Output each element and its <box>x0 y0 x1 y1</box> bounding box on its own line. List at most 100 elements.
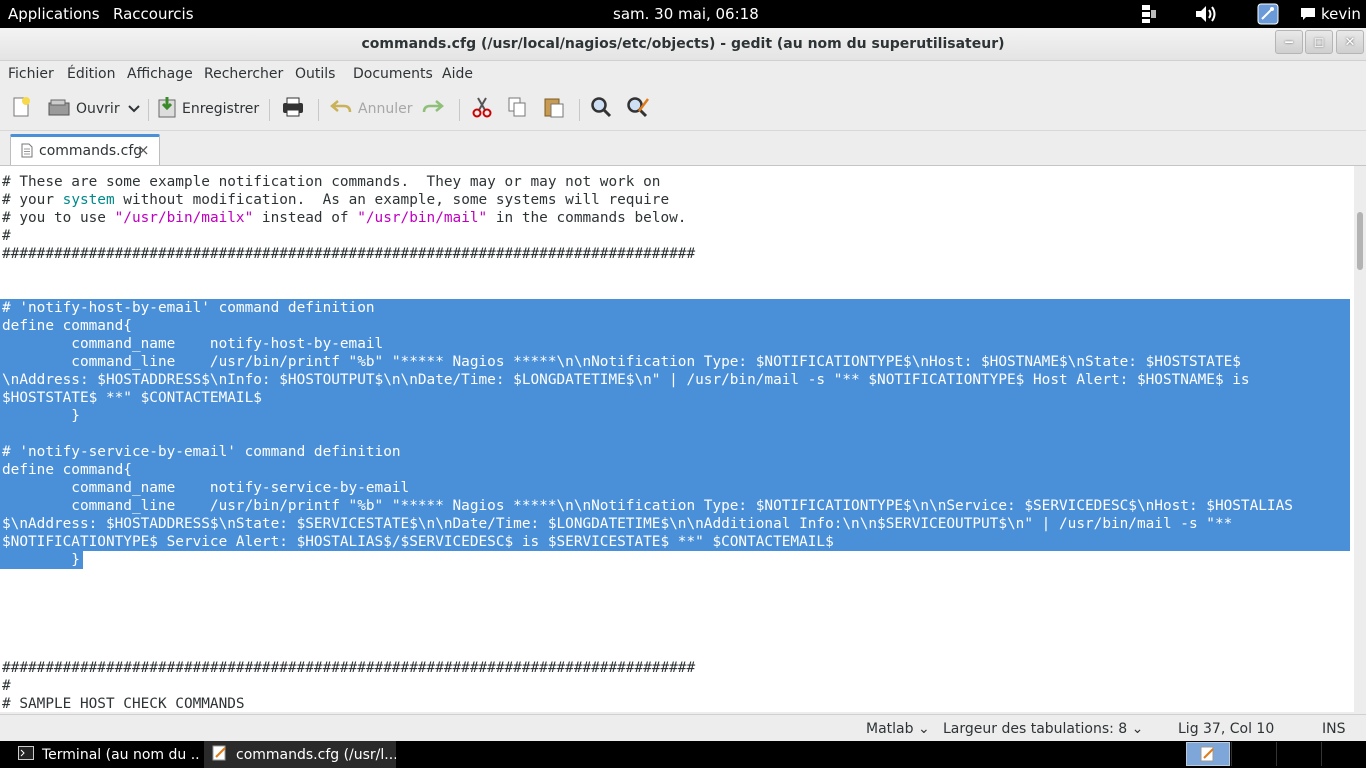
clock[interactable]: sam. 30 mai, 06:18 <box>613 5 759 23</box>
tab-close-icon[interactable]: × <box>137 141 150 159</box>
close-icon: ✕ <box>1344 34 1356 50</box>
workspace-3[interactable] <box>1276 742 1320 766</box>
code-line: command_name notify-host-by-email <box>2 336 384 352</box>
search-replace-button[interactable] <box>626 97 650 121</box>
recent-documents-dropdown[interactable] <box>128 97 140 121</box>
save-button[interactable]: Enregistrer <box>158 97 259 121</box>
code-line: command_line /usr/bin/printf "%b" "*****… <box>2 354 1241 370</box>
text-file-icon <box>21 143 33 162</box>
terminal-icon <box>18 745 34 764</box>
menu-fichier[interactable]: Fichier <box>8 66 54 82</box>
window-titlebar[interactable]: commands.cfg (/usr/local/nagios/etc/obje… <box>0 28 1366 61</box>
vertical-scrollbar[interactable] <box>1354 166 1366 712</box>
undo-button[interactable]: Annuler <box>330 97 412 121</box>
chat-icon[interactable] <box>1300 3 1316 25</box>
undo-label: Annuler <box>358 101 413 117</box>
language-selector[interactable]: Matlab ⌄ <box>866 721 930 737</box>
search-icon <box>590 96 612 122</box>
text-editor[interactable]: # These are some example notification co… <box>0 166 1354 712</box>
open-button[interactable]: Ouvrir <box>48 97 120 121</box>
print-button[interactable] <box>281 97 305 121</box>
code-line: ########################################… <box>2 660 696 676</box>
code-line: $HOSTSTATE$ **" $CONTACTEMAIL$ <box>2 390 262 406</box>
insert-mode: INS <box>1322 721 1346 737</box>
menubar: Fichier Édition Affichage Rechercher Out… <box>0 61 1366 87</box>
top-panel: Applications Raccourcis sam. 30 mai, 06:… <box>0 0 1366 28</box>
scissors-icon <box>472 96 492 122</box>
paste-button[interactable] <box>543 97 565 121</box>
workspace-2[interactable] <box>1231 742 1275 766</box>
copy-icon <box>507 96 527 122</box>
chevron-down-icon: ⌄ <box>1131 721 1144 737</box>
toolbar-separator <box>579 99 580 121</box>
code-line: } <box>2 408 80 424</box>
code-line: \nAddress: $HOSTADDRESS$\nInfo: $HOSTOUT… <box>2 372 1250 388</box>
redo-icon <box>422 98 444 120</box>
cut-button[interactable] <box>472 97 492 121</box>
chevron-down-icon <box>128 101 140 117</box>
taskbar: Terminal (au nom du ... commands.cfg (/u… <box>0 741 1366 768</box>
window-title: commands.cfg (/usr/local/nagios/etc/obje… <box>361 36 1005 52</box>
network-icon[interactable] <box>1140 3 1158 25</box>
task-label: commands.cfg (/usr/l... <box>236 746 396 763</box>
open-icon <box>48 97 70 121</box>
save-icon <box>158 96 176 122</box>
menu-outils[interactable]: Outils <box>295 66 335 82</box>
menu-rechercher[interactable]: Rechercher <box>204 66 283 82</box>
shortcuts-menu[interactable]: Raccourcis <box>113 5 194 23</box>
toolbar-separator <box>269 99 270 121</box>
code-line: # your system without modification. As a… <box>2 191 669 209</box>
close-button[interactable]: ✕ <box>1336 30 1364 54</box>
code-line: # 'notify-host-by-email' command definit… <box>2 300 375 316</box>
copy-button[interactable] <box>507 97 527 121</box>
tab-width-selector[interactable]: Largeur des tabulations: 8 ⌄ <box>943 721 1143 737</box>
menu-edition[interactable]: Édition <box>67 66 115 82</box>
applications-menu[interactable]: Applications <box>8 5 100 23</box>
new-document-button[interactable] <box>10 97 32 121</box>
code-line: # 'notify-service-by-email' command defi… <box>2 444 401 460</box>
maximize-button[interactable]: ◻ <box>1305 30 1333 54</box>
menu-aide[interactable]: Aide <box>442 66 473 82</box>
code-text: instead of <box>253 210 358 226</box>
code-text: # you to use <box>2 210 115 226</box>
clipboard-icon <box>543 96 565 122</box>
maximize-icon: ◻ <box>1313 34 1325 50</box>
toolbar-separator <box>318 99 319 121</box>
menu-affichage[interactable]: Affichage <box>127 66 193 82</box>
tab-commands-cfg[interactable]: commands.cfg × <box>10 134 160 165</box>
minimize-button[interactable]: ‒ <box>1275 30 1303 54</box>
chevron-down-icon: ⌄ <box>917 721 930 737</box>
redo-button[interactable] <box>422 97 444 121</box>
code-line: # These are some example notification co… <box>2 174 661 190</box>
undo-icon <box>330 98 352 120</box>
toolbar-separator <box>459 99 460 121</box>
search-replace-icon <box>626 96 650 122</box>
accessibility-icon[interactable] <box>1257 3 1279 25</box>
status-bar: Matlab ⌄ Largeur des tabulations: 8 ⌄ Li… <box>0 714 1366 742</box>
code-line: $\nAddress: $HOSTADDRESS$\nState: $SERVI… <box>2 516 1233 532</box>
code-line: $NOTIFICATIONTYPE$ Service Alert: $HOSTA… <box>2 534 834 550</box>
code-text: in the commands below. <box>487 210 687 226</box>
code-text: without modification. As an example, som… <box>114 192 670 208</box>
volume-icon[interactable] <box>1194 3 1218 25</box>
toolbar-separator <box>148 99 149 121</box>
task-gedit[interactable]: commands.cfg (/usr/l... <box>204 741 396 768</box>
menu-documents[interactable]: Documents <box>353 66 433 82</box>
tab-width-label: Largeur des tabulations: <box>943 721 1114 737</box>
workspace-4[interactable] <box>1321 742 1365 766</box>
code-line: command_line /usr/bin/printf "%b" "*****… <box>2 498 1293 514</box>
code-line: # you to use "/usr/bin/mailx" instead of… <box>2 209 686 227</box>
scrollbar-thumb[interactable] <box>1357 212 1363 270</box>
workspace-1[interactable] <box>1186 742 1230 766</box>
code-line: # <box>2 228 11 244</box>
search-button[interactable] <box>590 97 612 121</box>
task-terminal[interactable]: Terminal (au nom du ... <box>10 741 200 768</box>
document-tabs: commands.cfg × <box>0 131 1366 166</box>
code-line: # SAMPLE HOST CHECK COMMANDS <box>2 696 245 712</box>
open-label: Ouvrir <box>76 101 120 117</box>
code-line: command_name notify-service-by-email <box>2 480 410 496</box>
user-menu[interactable]: kevin <box>1321 5 1361 23</box>
printer-icon <box>281 96 305 122</box>
tab-label: commands.cfg <box>39 143 143 159</box>
cursor-position: Lig 37, Col 10 <box>1178 721 1275 737</box>
